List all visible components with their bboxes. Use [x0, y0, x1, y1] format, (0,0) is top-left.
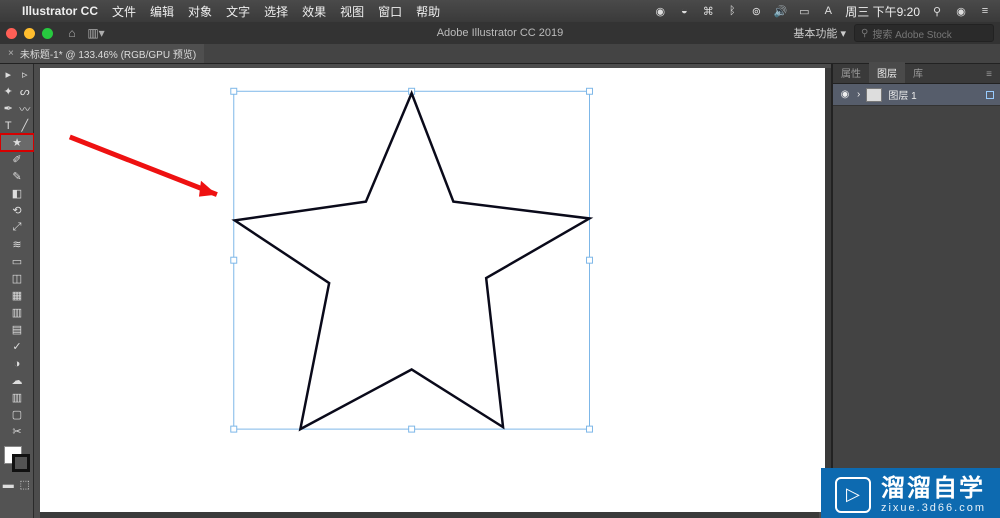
search-placeholder: 搜索 Adobe Stock — [872, 26, 951, 41]
expand-layer-icon[interactable]: › — [857, 89, 860, 100]
curvature-tool[interactable]: 〰 — [17, 100, 34, 117]
eyedropper-tool[interactable]: ✓ — [0, 338, 34, 355]
watermark-brand: 溜溜自学 — [881, 476, 986, 502]
artboard[interactable] — [40, 68, 825, 512]
eraser-tool[interactable]: ◧ — [0, 185, 34, 202]
gradient-tool[interactable]: ▤ — [0, 321, 34, 338]
graph-tool[interactable]: ▥ — [0, 389, 34, 406]
user-icon[interactable]: ◒ — [677, 5, 691, 17]
watermark-logo-icon: ▷ — [835, 477, 871, 513]
magic-wand-tool[interactable]: ✦ — [0, 83, 17, 100]
panel-menu-button[interactable]: ≡ — [978, 66, 1000, 83]
annotation-arrow — [70, 137, 217, 197]
app-title: Adobe Illustrator CC 2019 — [437, 27, 564, 39]
notification-center-icon[interactable]: ≡ — [978, 5, 992, 17]
main-area: ▸ ▹ ✦ ᔕ ✒ 〰 T ╱ ★ ✐ ✎ ◧ ⟲ ⤢ ≋ ▭ ◫ ▦ ▥ ▤ … — [0, 64, 1000, 518]
adobe-stock-search[interactable]: ⚲ 搜索 Adobe Stock — [854, 24, 994, 42]
free-transform-tool[interactable]: ▭ — [0, 253, 34, 270]
right-panel: 属性 图层 库 ≡ ◉ › 图层 1 — [832, 64, 1000, 518]
panel-tabs: 属性 图层 库 ≡ — [833, 64, 1000, 84]
menu-edit[interactable]: 编辑 — [150, 3, 174, 20]
watermark-url: zixue.3d66.com — [881, 502, 986, 514]
canvas-scrollbar-vertical[interactable] — [825, 68, 831, 506]
blend-tool[interactable]: ◑ — [0, 355, 34, 372]
creative-cloud-icon[interactable]: ⌘ — [701, 5, 715, 18]
document-tab[interactable]: × 未标题-1* @ 133.46% (RGB/GPU 预览) — [0, 44, 204, 63]
brush-tool[interactable]: ✐ — [0, 151, 34, 168]
bluetooth-icon[interactable]: ᛒ — [725, 5, 739, 17]
arrange-docs-button[interactable]: ▥▾ — [87, 24, 105, 42]
menubar-clock[interactable]: 周三 下午9:20 — [845, 3, 920, 20]
toolbox: ▸ ▹ ✦ ᔕ ✒ 〰 T ╱ ★ ✐ ✎ ◧ ⟲ ⤢ ≋ ▭ ◫ ▦ ▥ ▤ … — [0, 64, 34, 518]
canvas-area[interactable] — [34, 64, 832, 518]
panel-empty-area — [833, 106, 1000, 496]
spotlight-icon[interactable]: ⚲ — [930, 5, 944, 18]
input-icon[interactable]: A — [821, 5, 835, 17]
menu-object[interactable]: 对象 — [188, 3, 212, 20]
menu-help[interactable]: 帮助 — [416, 3, 440, 20]
menu-select[interactable]: 选择 — [264, 3, 288, 20]
mesh-tool[interactable]: ▥ — [0, 304, 34, 321]
shape-builder-tool[interactable]: ◫ — [0, 270, 34, 287]
layer-thumbnail — [866, 88, 882, 102]
star-shape[interactable] — [235, 93, 590, 429]
star-tool[interactable]: ★ — [0, 134, 34, 151]
stroke-swatch[interactable] — [12, 454, 30, 472]
selection-handles[interactable] — [231, 88, 593, 432]
menu-window[interactable]: 窗口 — [378, 3, 402, 20]
rotate-tool[interactable]: ⟲ — [0, 202, 34, 219]
shaper-tool[interactable]: ✎ — [0, 168, 34, 185]
scale-tool[interactable]: ⤢ — [0, 219, 34, 236]
menu-type[interactable]: 文字 — [226, 3, 250, 20]
direct-selection-tool[interactable]: ▹ — [17, 66, 34, 83]
artboard-tool[interactable]: ▢ — [0, 406, 34, 423]
selection-tool[interactable]: ▸ — [0, 66, 17, 83]
tab-layers[interactable]: 图层 — [869, 62, 905, 83]
perspective-tool[interactable]: ▦ — [0, 287, 34, 304]
menu-file[interactable]: 文件 — [112, 3, 136, 20]
document-tab-bar: × 未标题-1* @ 133.46% (RGB/GPU 预览) — [0, 44, 1000, 64]
close-tab-button[interactable]: × — [8, 48, 14, 59]
volume-icon[interactable]: 🔊 — [773, 5, 787, 18]
pen-tool[interactable]: ✒ — [0, 100, 17, 117]
window-controls — [6, 28, 53, 39]
zoom-window-button[interactable] — [42, 28, 53, 39]
search-icon: ⚲ — [861, 28, 868, 39]
battery-icon[interactable]: ▭ — [797, 5, 811, 18]
lasso-tool[interactable]: ᔕ — [17, 83, 34, 100]
siri-icon[interactable]: ◉ — [954, 5, 968, 18]
document-tab-title: 未标题-1* @ 133.46% (RGB/GPU 预览) — [20, 46, 196, 61]
cloud-icon[interactable]: ◉ — [653, 5, 667, 18]
symbol-tool[interactable]: ☁ — [0, 372, 34, 389]
wifi-icon[interactable]: ⊚ — [749, 5, 763, 18]
layer-row[interactable]: ◉ › 图层 1 — [833, 84, 1000, 106]
home-button[interactable]: ⌂ — [63, 24, 81, 42]
selection-bbox — [234, 91, 590, 429]
app-title-bar: ⌂ ▥▾ Adobe Illustrator CC 2019 基本功能 ▾ ⚲ … — [0, 22, 1000, 44]
visibility-toggle-icon[interactable]: ◉ — [839, 89, 851, 100]
watermark: ▷ 溜溜自学 zixue.3d66.com — [821, 468, 1000, 518]
line-tool[interactable]: ╱ — [17, 117, 34, 134]
workspace-switcher[interactable]: 基本功能 ▾ — [793, 25, 846, 41]
macos-menubar: Illustrator CC 文件 编辑 对象 文字 选择 效果 视图 窗口 帮… — [0, 0, 1000, 22]
tab-libraries[interactable]: 库 — [905, 62, 931, 83]
width-tool[interactable]: ≋ — [0, 236, 34, 253]
canvas-svg — [40, 68, 825, 512]
app-name-menu[interactable]: Illustrator CC — [22, 4, 98, 18]
minimize-window-button[interactable] — [24, 28, 35, 39]
canvas-scrollbar-horizontal[interactable] — [40, 512, 819, 518]
hand-tool[interactable]: ▬ — [0, 476, 17, 493]
close-window-button[interactable] — [6, 28, 17, 39]
menu-effect[interactable]: 效果 — [302, 3, 326, 20]
slice-tool[interactable]: ✂ — [0, 423, 34, 440]
menu-view[interactable]: 视图 — [340, 3, 364, 20]
layer-name[interactable]: 图层 1 — [888, 87, 916, 102]
type-tool[interactable]: T — [0, 117, 17, 134]
zoom-tool[interactable]: ⬚ — [17, 476, 34, 493]
layer-target-icon[interactable] — [986, 91, 994, 99]
tab-properties[interactable]: 属性 — [833, 62, 869, 83]
fill-stroke-swatch[interactable] — [0, 446, 34, 476]
